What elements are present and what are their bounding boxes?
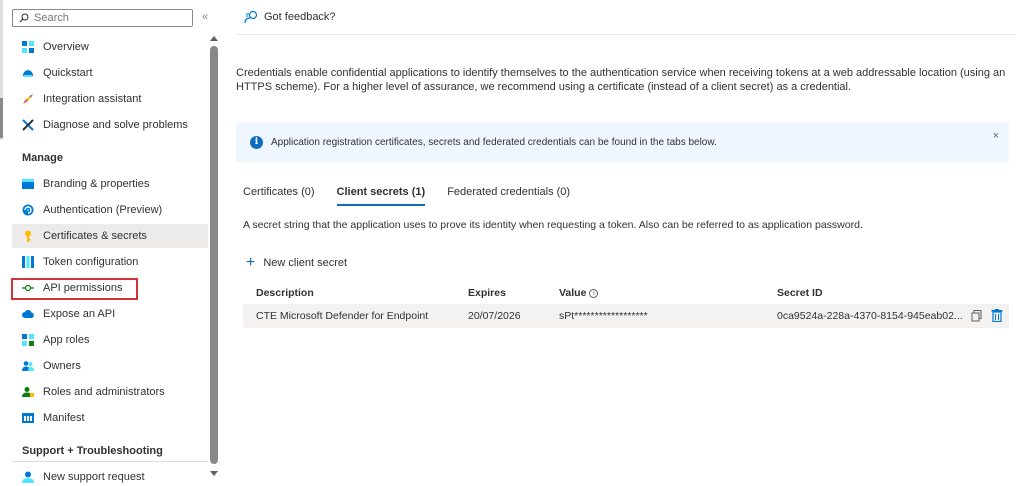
cell-secret-id: 0ca9524a-228a-4370-8154-945eab02... (777, 310, 963, 322)
branding-icon (22, 179, 34, 189)
section-support: Support + Troubleshooting (22, 445, 163, 457)
sidebar-item-label: Token configuration (43, 256, 139, 268)
table-row[interactable]: CTE Microsoft Defender for Endpoint 20/0… (243, 304, 1009, 328)
sidebar-scrollbar[interactable] (210, 36, 218, 476)
header-value: Value i (559, 287, 599, 299)
sidebar-item-label: Authentication (Preview) (43, 204, 163, 216)
info-banner: i Application registration certificates,… (236, 122, 1009, 162)
wrench-icon (22, 119, 34, 131)
copy-icon[interactable] (971, 310, 983, 322)
sidebar-item-manifest[interactable]: Manifest (12, 406, 208, 430)
header-description: Description (256, 287, 314, 299)
key-icon (25, 230, 31, 242)
sidebar-item-app-roles[interactable]: App roles (12, 328, 208, 352)
sidebar-scrollbar-thumb[interactable] (210, 46, 218, 464)
roles-icon (22, 387, 34, 397)
new-client-secret-button[interactable]: + New client secret (246, 254, 348, 271)
sidebar-item-label: Integration assistant (43, 93, 142, 105)
sidebar-item-label: Quickstart (43, 67, 93, 79)
sidebar-item-label: App roles (43, 334, 90, 346)
sidebar-item-token-configuration[interactable]: Token configuration (12, 250, 208, 274)
secrets-table: Description Expires Value i Secret ID CTE… (243, 282, 1009, 328)
table-header: Description Expires Value i Secret ID (243, 282, 1009, 304)
sidebar-item-branding[interactable]: Branding & properties (12, 172, 208, 196)
cloud-icon (22, 310, 34, 318)
scroll-down-icon[interactable] (210, 471, 218, 476)
sidebar-item-expose-api[interactable]: Expose an API (12, 302, 208, 326)
sidebar-item-authentication[interactable]: Authentication (Preview) (12, 198, 208, 222)
sidebar-item-label: API permissions (43, 282, 123, 294)
feedback-link[interactable]: Got feedback? (244, 10, 336, 24)
sidebar-item-label: Expose an API (43, 308, 116, 320)
intro-text: Credentials enable confidential applicat… (236, 67, 1006, 93)
sidebar-divider (12, 461, 208, 462)
sidebar-item-label: Branding & properties (43, 178, 150, 190)
app-roles-icon (22, 334, 34, 346)
support-icon (22, 471, 34, 483)
search-input[interactable] (34, 12, 184, 24)
delete-icon[interactable] (991, 309, 1003, 322)
outer-scrollbar[interactable] (0, 0, 3, 140)
sidebar-item-label: New support request (43, 471, 145, 483)
header-value-label: Value (559, 287, 587, 299)
close-icon[interactable]: × (993, 130, 999, 142)
api-permissions-icon (22, 284, 34, 292)
info-banner-text: Application registration certificates, s… (271, 136, 717, 148)
credential-tabs: Certificates (0) Client secrets (1) Fede… (243, 186, 592, 206)
new-client-secret-label: New client secret (263, 257, 348, 269)
main-content: Got feedback? Credentials enable confide… (236, 0, 1024, 486)
sidebar: « Overview Quickstart Integration assist… (0, 0, 222, 486)
quickstart-icon (23, 70, 33, 77)
overview-icon (22, 41, 34, 53)
scroll-up-icon[interactable] (210, 36, 218, 41)
header-divider (236, 34, 1016, 35)
sidebar-item-label: Roles and administrators (43, 386, 165, 398)
sidebar-item-overview[interactable]: Overview (12, 35, 208, 59)
header-expires: Expires (468, 287, 506, 299)
feedback-icon (244, 10, 258, 24)
header-secret-id: Secret ID (777, 287, 823, 299)
sidebar-item-roles-admins[interactable]: Roles and administrators (12, 380, 208, 404)
plus-icon: + (246, 254, 256, 271)
sidebar-item-api-permissions[interactable]: API permissions (12, 276, 208, 300)
sidebar-item-integration-assistant[interactable]: Integration assistant (12, 87, 208, 111)
outer-scrollbar-thumb[interactable] (0, 98, 3, 138)
collapse-sidebar-icon[interactable]: « (202, 11, 208, 23)
tab-client-secrets[interactable]: Client secrets (1) (336, 186, 426, 206)
sidebar-item-new-support-request[interactable]: New support request (12, 465, 208, 486)
feedback-label: Got feedback? (264, 11, 336, 23)
tab-federated-credentials[interactable]: Federated credentials (0) (447, 186, 570, 206)
sidebar-item-label: Owners (43, 360, 81, 372)
search-icon (19, 13, 29, 23)
cell-description: CTE Microsoft Defender for Endpoint (256, 310, 429, 322)
sidebar-item-label: Certificates & secrets (43, 230, 147, 242)
search-box[interactable] (12, 9, 193, 27)
tab-certificates[interactable]: Certificates (0) (243, 186, 315, 206)
cell-expires: 20/07/2026 (468, 310, 521, 322)
rocket-icon (23, 94, 33, 104)
section-manage: Manage (22, 152, 63, 164)
manifest-icon (22, 413, 34, 423)
info-icon[interactable]: i (589, 288, 599, 298)
cell-value: sPt****************** (559, 310, 648, 322)
owners-icon (22, 361, 34, 371)
sidebar-item-diagnose[interactable]: Diagnose and solve problems (12, 113, 208, 137)
sidebar-item-owners[interactable]: Owners (12, 354, 208, 378)
info-icon: i (250, 135, 263, 149)
sidebar-item-label: Diagnose and solve problems (43, 119, 188, 131)
sidebar-item-label: Overview (43, 41, 89, 53)
authentication-icon (22, 204, 34, 216)
tab-description: A secret string that the application use… (243, 219, 863, 231)
sidebar-item-certificates-secrets[interactable]: Certificates & secrets (12, 224, 208, 248)
sidebar-item-quickstart[interactable]: Quickstart (12, 61, 208, 85)
sidebar-item-label: Manifest (43, 412, 85, 424)
token-icon (22, 256, 34, 268)
